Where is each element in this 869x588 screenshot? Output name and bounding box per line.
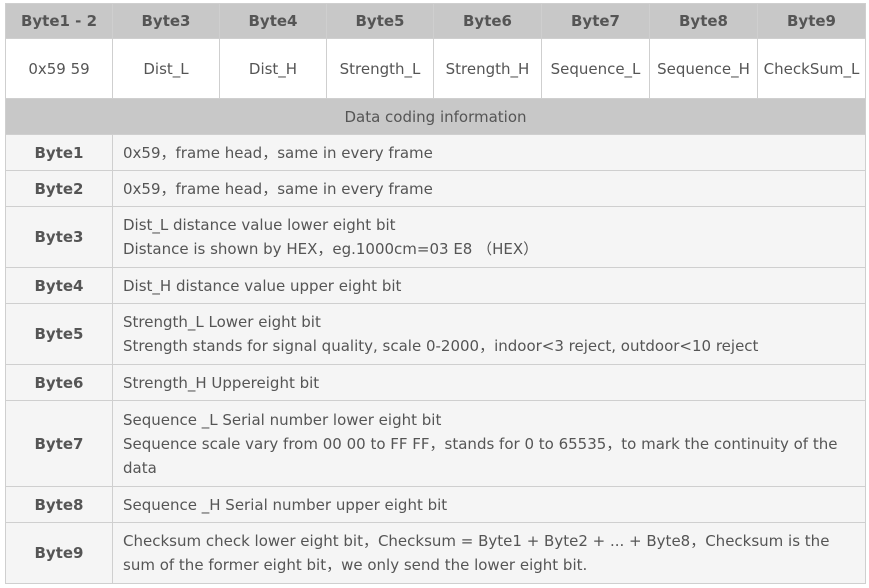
description-line: 0x59，frame head，same in every frame [123,143,433,162]
row-description: Dist_L distance value lower eight bit Di… [112,206,866,268]
description-line: Strength_H Uppereight bit [123,373,320,392]
table-row: Byte8 Sequence _H Serial number upper ei… [5,486,866,523]
table-row: Byte7 Sequence _L Serial number lower ei… [5,400,866,487]
description-line: Sequence _H Serial number upper eight bi… [123,495,448,514]
format-cell-sequence-h: Sequence_H [649,38,758,99]
row-label: Byte5 [5,303,113,365]
row-description: Checksum check lower eight bit，Checksum … [112,522,866,584]
row-description: Sequence _H Serial number upper eight bi… [112,486,866,523]
table-row: Byte2 0x59，frame head，same in every fram… [5,170,866,207]
header-cell-byte1-2: Byte1 - 2 [5,3,113,39]
header-cell-byte9: Byte9 [757,3,866,39]
section-row: Data coding information [5,98,866,135]
format-cell-dist-h: Dist_H [219,38,327,99]
description-line: Strength stands for signal quality, scal… [123,337,759,355]
table-row: Byte4 Dist_H distance value upper eight … [5,267,866,304]
row-label: Byte2 [5,170,113,207]
table-row: Byte5 Strength_L Lower eight bit Strengt… [5,303,866,365]
row-label: Byte1 [5,134,113,171]
header-cell-byte5: Byte5 [326,3,434,39]
row-description: 0x59，frame head，same in every frame [112,134,866,171]
row-label: Byte4 [5,267,113,304]
document-body: Byte1 - 2 Byte3 Byte4 Byte5 Byte6 Byte7 … [5,3,866,584]
description-line: Distance is shown by HEX，eg.1000cm=03 E8… [123,240,539,258]
header-cell-byte8: Byte8 [649,3,758,39]
row-label: Byte8 [5,486,113,523]
description-line: Sequence _L Serial number lower eight bi… [123,410,442,429]
row-description: Dist_H distance value upper eight bit [112,267,866,304]
row-label: Byte6 [5,364,113,401]
table-row: Byte6 Strength_H Uppereight bit [5,364,866,401]
row-description: Strength_H Uppereight bit [112,364,866,401]
frame-format-table: Byte1 - 2 Byte3 Byte4 Byte5 Byte6 Byte7 … [5,3,866,584]
format-cell-checksum-l: CheckSum_L [757,38,866,99]
row-label: Byte9 [5,522,113,584]
header-cell-byte7: Byte7 [541,3,650,39]
description-line: 0x59，frame head，same in every frame [123,179,433,198]
format-row: 0x59 59 Dist_L Dist_H Strength_L Strengt… [5,38,866,99]
table-header-row: Byte1 - 2 Byte3 Byte4 Byte5 Byte6 Byte7 … [5,3,866,39]
format-cell-strength-l: Strength_L [326,38,434,99]
format-cell-sequence-l: Sequence_L [541,38,650,99]
row-description: Strength_L Lower eight bit Strength stan… [112,303,866,365]
row-description: 0x59，frame head，same in every frame [112,170,866,207]
table-row: Byte3 Dist_L distance value lower eight … [5,206,866,268]
format-cell-dist-l: Dist_L [112,38,220,99]
format-cell-strength-h: Strength_H [433,38,542,99]
header-cell-byte4: Byte4 [219,3,327,39]
row-label: Byte3 [5,206,113,268]
format-cell-head: 0x59 59 [5,38,113,99]
description-line: Sequence scale vary from 00 00 to FF FF，… [123,434,838,477]
description-line: Dist_H distance value upper eight bit [123,276,402,295]
section-title: Data coding information [5,98,866,135]
description-line: Strength_L Lower eight bit [123,313,321,331]
header-cell-byte3: Byte3 [112,3,220,39]
row-label: Byte7 [5,400,113,487]
table-row: Byte9 Checksum check lower eight bit，Che… [5,522,866,584]
description-line: Checksum check lower eight bit，Checksum … [123,532,830,574]
description-line: Dist_L distance value lower eight bit [123,216,396,234]
table-row: Byte1 0x59，frame head，same in every fram… [5,134,866,171]
row-description: Sequence _L Serial number lower eight bi… [112,400,866,487]
header-cell-byte6: Byte6 [433,3,542,39]
